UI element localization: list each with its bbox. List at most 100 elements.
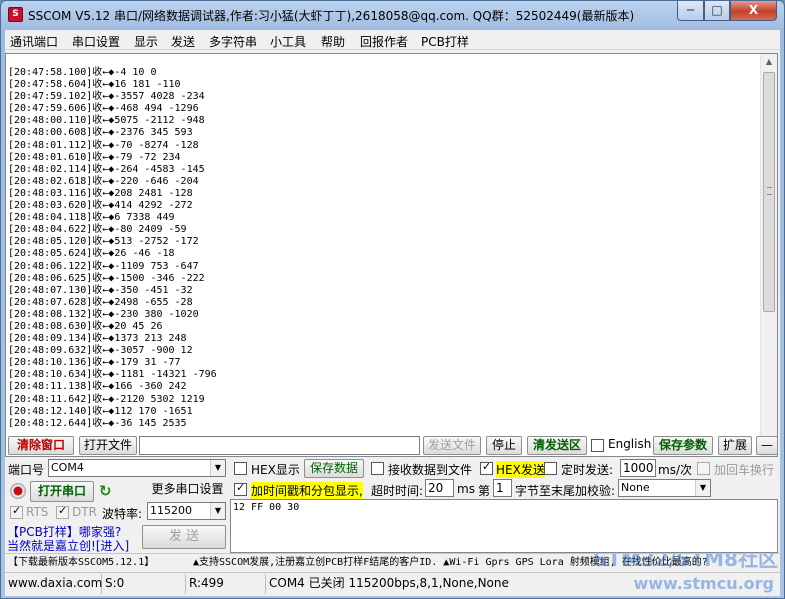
receive-line: [20:48:06.625]收←◆-1500 -346 -222	[8, 272, 205, 284]
receive-line: [20:48:06.122]收←◆-1109 753 -647	[8, 260, 199, 272]
timeout-input[interactable]: 20	[425, 479, 454, 497]
menu-tools[interactable]: 小工具	[270, 33, 306, 50]
chevron-down-icon[interactable]: ▼	[210, 503, 225, 519]
receive-line: [20:48:12.644]收←◆-36 145 2535	[8, 417, 187, 429]
english-label: English	[608, 437, 652, 451]
receive-log: [20:47:58.100]收←◆-4 10 0 [20:47:58.604]收←…	[8, 67, 760, 430]
menu-help[interactable]: 帮助	[321, 33, 345, 50]
scroll-up-icon[interactable]: ▲	[761, 54, 777, 70]
ticker-bar: 【下载最新版本SSCOM5.12.1】 ▲支持SSCOM发展,注册嘉立创PCB打…	[5, 553, 780, 573]
receive-line: [20:48:10.136]收←◆-179 31 -77	[8, 357, 181, 369]
add-crlf-checkbox[interactable]	[697, 462, 710, 475]
receive-line: [20:48:04.622]收←◆-80 2409 -59	[8, 224, 187, 236]
chevron-down-icon[interactable]: ▼	[695, 480, 710, 496]
menu-pcb-proto[interactable]: PCB打样	[421, 33, 469, 50]
vertical-scrollbar[interactable]: ▲ ▼	[760, 54, 777, 456]
receive-line: [20:48:04.118]收←◆6 7338 449	[8, 212, 175, 224]
app-icon[interactable]: S	[8, 7, 23, 22]
clear-send-button[interactable]: 清发送区	[527, 436, 587, 455]
receive-line: [20:48:08.630]收←◆20 45 26	[8, 320, 163, 332]
watermark-line1: STM32/STM8社区	[593, 553, 778, 571]
dtr-label: DTR	[72, 505, 97, 519]
hex-send-checkbox[interactable]	[480, 460, 493, 475]
rts-checkbox[interactable]	[10, 504, 23, 519]
file-path-field[interactable]	[139, 436, 420, 455]
status-website[interactable]: www.daxia.com	[5, 574, 102, 594]
english-checkbox[interactable]	[591, 439, 604, 452]
add-crlf-label: 加回车换行	[714, 463, 775, 477]
save-params-button[interactable]: 保存参数	[653, 436, 713, 455]
receive-line: [20:48:07.628]收←◆2498 -655 -28	[8, 296, 193, 308]
menu-port-settings[interactable]: 串口设置	[72, 33, 120, 50]
receive-line: [20:48:01.112]收←◆-70 -8274 -128	[8, 139, 199, 151]
hex-display-checkbox[interactable]	[234, 462, 247, 475]
timestamp-label: 加时间戳和分包显示,	[251, 482, 363, 499]
menu-send[interactable]: 发送	[171, 33, 195, 50]
nth-input[interactable]: 1	[493, 479, 512, 497]
chevron-down-icon[interactable]: ▼	[210, 460, 225, 476]
receive-line: [20:48:05.120]收←◆513 -2752 -172	[8, 236, 199, 248]
port-value: COM4	[51, 461, 84, 474]
receive-line: [20:48:03.620]收←◆414 4292 -272	[8, 200, 193, 212]
rts-label: RTS	[26, 505, 49, 519]
status-recv-count: R:499	[186, 574, 266, 594]
grip-icon	[767, 187, 772, 195]
expand-button[interactable]: 扩展	[718, 436, 752, 455]
dtr-checkbox[interactable]	[56, 504, 69, 519]
receive-line: [20:48:09.134]收←◆1373 213 248	[8, 333, 187, 345]
receive-line: [20:47:59.102]收←◆-3557 4028 -234	[8, 91, 205, 103]
clear-window-button[interactable]: 清除窗口	[8, 436, 74, 455]
timeout-label: 超时时间:	[371, 484, 424, 498]
collapse-button[interactable]: —	[756, 436, 778, 455]
timed-send-checkbox[interactable]	[544, 462, 557, 475]
close-button[interactable]: X	[730, 1, 777, 21]
title-bar[interactable]: S SSCOM V5.12 串口/网络数据调试器,作者:习小猛(大虾丁丁),26…	[1, 1, 784, 29]
port-status-led-icon	[10, 483, 26, 499]
open-file-button[interactable]: 打开文件	[79, 436, 137, 455]
minimize-button[interactable]: ─	[677, 1, 704, 21]
more-settings-button[interactable]: 更多串口设置	[149, 481, 226, 500]
menu-multi-string[interactable]: 多字符串	[209, 33, 257, 50]
receive-line: [20:48:05.624]收←◆26 -46 -18	[8, 248, 175, 260]
hex-send-label: HEX发送	[496, 461, 545, 478]
baud-value: 115200	[150, 504, 192, 517]
send-data-area[interactable]: 12 FF 00 30	[230, 499, 778, 553]
menu-bar: 通讯端口 串口设置 显示 发送 多字符串 小工具 帮助 回报作者 PCB打样	[5, 30, 780, 50]
menu-comm-port[interactable]: 通讯端口	[10, 33, 58, 50]
port-select[interactable]: COM4 ▼	[48, 459, 226, 477]
receive-area[interactable]: [20:47:58.100]收←◆-4 10 0 [20:47:58.604]收←…	[5, 53, 778, 457]
download-latest-link[interactable]: 【下载最新版本SSCOM5.12.1】	[8, 554, 154, 572]
send-button[interactable]: 发 送	[142, 525, 226, 549]
interval-input[interactable]: 1000	[620, 459, 656, 477]
receive-line: [20:47:58.100]收←◆-4 10 0	[8, 67, 157, 78]
receive-line: [20:48:08.132]收←◆-230 380 -1020	[8, 308, 199, 320]
timestamp-checkbox[interactable]	[234, 481, 247, 496]
receive-line: [20:48:07.130]收←◆-350 -451 -32	[8, 284, 193, 296]
refresh-icon[interactable]: ↻	[99, 482, 112, 500]
promo-line2-a: 当然就是嘉立创!	[7, 539, 96, 553]
promo-link-jlc[interactable]: 当然就是嘉立创![进入]	[7, 537, 129, 554]
receive-line: [20:48:09.632]收←◆-3057 -900 12	[8, 345, 193, 357]
stop-button[interactable]: 停止	[486, 436, 522, 455]
status-bar: www.daxia.com S:0 R:499 COM4 已关闭 115200b…	[5, 574, 780, 594]
hex-display-label: HEX显示	[251, 463, 300, 477]
scroll-thumb[interactable]	[763, 72, 775, 312]
save-data-button[interactable]: 保存数据	[304, 459, 364, 478]
menu-display[interactable]: 显示	[134, 33, 158, 50]
baud-label: 波特率:	[102, 507, 143, 521]
send-file-button[interactable]: 发送文件	[423, 436, 481, 455]
open-port-button[interactable]: 打开串口	[30, 481, 94, 502]
receive-line: [20:48:03.116]收←◆208 2481 -128	[8, 187, 193, 199]
recv-to-file-label: 接收数据到文件	[388, 463, 473, 477]
port-label: 端口号	[8, 463, 45, 477]
menu-report-author[interactable]: 回报作者	[360, 33, 408, 50]
receive-line: [20:48:12.140]收←◆112 170 -1651	[8, 405, 193, 417]
window-title: SSCOM V5.12 串口/网络数据调试器,作者:习小猛(大虾丁丁),2618…	[28, 9, 635, 23]
baud-select[interactable]: 115200 ▼	[147, 502, 226, 520]
receive-line: [20:48:11.138]收←◆166 -360 242	[8, 381, 187, 393]
recv-to-file-checkbox[interactable]	[371, 462, 384, 475]
receive-line: [20:47:59.606]收←◆-468 494 -1296	[8, 103, 199, 115]
receive-line: [20:48:00.608]收←◆-2376 345 593	[8, 127, 193, 139]
maximize-button[interactable]: □	[704, 1, 730, 21]
checksum-select[interactable]: None ▼	[618, 479, 711, 497]
